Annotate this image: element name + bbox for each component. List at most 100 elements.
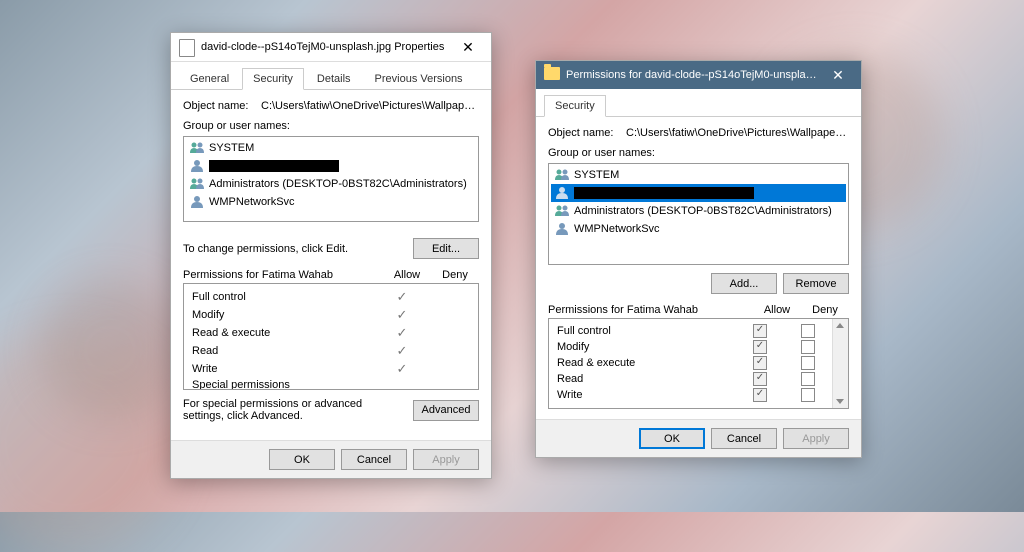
permissions-for-label: Permissions for Fatima Wahab: [183, 269, 383, 281]
permissions-for-label: Permissions for Fatima Wahab: [548, 304, 753, 316]
object-name-label: Object name:: [548, 127, 626, 139]
allow-checkbox[interactable]: [753, 372, 767, 386]
close-icon[interactable]: ✕: [449, 35, 487, 59]
list-item-label: SYSTEM: [574, 169, 619, 181]
deny-header: Deny: [431, 269, 479, 281]
deny-checkbox[interactable]: [801, 388, 815, 402]
list-item-label: Administrators (DESKTOP-0BST82C\Administ…: [574, 205, 832, 217]
user-group-icon: [554, 203, 570, 219]
deny-checkbox[interactable]: [801, 340, 815, 354]
perm-name: Read: [188, 345, 378, 357]
dialog-footer: OK Cancel Apply: [536, 419, 861, 457]
user-icon: [554, 185, 570, 201]
perm-name: Read & execute: [188, 327, 378, 339]
allow-checkbox[interactable]: [753, 388, 767, 402]
check-icon: ✓: [397, 325, 408, 340]
list-item: WMPNetworkSvc: [551, 220, 846, 238]
titlebar[interactable]: david-clode--pS14oTejM0-unsplash.jpg Pro…: [171, 33, 491, 62]
group-users-label: Group or user names:: [548, 147, 849, 159]
permissions-box: Full control Modify Read & execute Read …: [548, 318, 849, 409]
perm-name: Read: [553, 373, 736, 385]
allow-checkbox[interactable]: [753, 340, 767, 354]
perm-name: Write: [553, 389, 736, 401]
ok-button[interactable]: OK: [639, 428, 705, 449]
window-title: Permissions for david-clode--pS14oTejM0-…: [566, 69, 819, 81]
apply-button[interactable]: Apply: [783, 428, 849, 449]
list-item: [186, 157, 476, 175]
perm-name: Full control: [553, 325, 736, 337]
perm-name: Modify: [188, 309, 378, 321]
tab-general[interactable]: General: [179, 68, 240, 89]
list-item-selected: [551, 184, 846, 202]
change-permissions-note: To change permissions, click Edit.: [183, 243, 413, 255]
apply-button[interactable]: Apply: [413, 449, 479, 470]
list-item: Administrators (DESKTOP-0BST82C\Administ…: [186, 175, 476, 193]
deny-header: Deny: [801, 304, 849, 316]
permissions-box: Full control ✓ Modify ✓ Read & execute ✓ Re…: [183, 283, 479, 390]
advanced-button[interactable]: Advanced: [413, 400, 479, 421]
allow-checkbox[interactable]: [753, 356, 767, 370]
list-item-label: WMPNetworkSvc: [574, 223, 660, 235]
check-icon: ✓: [397, 343, 408, 358]
list-item: Administrators (DESKTOP-0BST82C\Administ…: [551, 202, 846, 220]
perm-name: Special permissions: [188, 379, 378, 390]
group-users-label: Group or user names:: [183, 120, 479, 132]
dialog-footer: OK Cancel Apply: [171, 440, 491, 478]
perm-name: Full control: [188, 291, 378, 303]
tab-security[interactable]: Security: [242, 68, 304, 90]
object-name-value: C:\Users\fatiw\OneDrive\Pictures\Wallpap…: [261, 100, 479, 112]
tab-security[interactable]: Security: [544, 95, 606, 117]
list-item-label: Administrators (DESKTOP-0BST82C\Administ…: [209, 178, 467, 190]
content: Object name: C:\Users\fatiw\OneDrive\Pic…: [171, 90, 491, 440]
deny-checkbox[interactable]: [801, 324, 815, 338]
perm-name: Modify: [553, 341, 736, 353]
user-icon: [189, 158, 205, 174]
redacted-user: [574, 187, 754, 199]
edit-button[interactable]: Edit...: [413, 238, 479, 259]
list-item: SYSTEM: [186, 139, 476, 157]
deny-checkbox[interactable]: [801, 356, 815, 370]
users-listbox[interactable]: SYSTEM Administrators (DESKTOP-0BST82C\A…: [183, 136, 479, 222]
remove-button[interactable]: Remove: [783, 273, 849, 294]
permissions-dialog: Permissions for david-clode--pS14oTejM0-…: [535, 60, 862, 458]
list-item-label: WMPNetworkSvc: [209, 196, 295, 208]
check-icon: ✓: [397, 289, 408, 304]
user-icon: [189, 194, 205, 210]
scrollbar[interactable]: [832, 319, 848, 408]
tab-previous-versions[interactable]: Previous Versions: [364, 68, 474, 89]
allow-checkbox[interactable]: [753, 324, 767, 338]
cancel-button[interactable]: Cancel: [341, 449, 407, 470]
perm-name: Read & execute: [553, 357, 736, 369]
check-icon: ✓: [397, 307, 408, 322]
perm-name: Write: [188, 363, 378, 375]
allow-header: Allow: [383, 269, 431, 281]
content: Object name: C:\Users\fatiw\OneDrive\Pic…: [536, 117, 861, 419]
user-icon: [554, 221, 570, 237]
properties-dialog: david-clode--pS14oTejM0-unsplash.jpg Pro…: [170, 32, 492, 479]
allow-header: Allow: [753, 304, 801, 316]
folder-icon: [544, 67, 560, 83]
users-listbox[interactable]: SYSTEM Administrators (DESKTOP-0BST82C\A…: [548, 163, 849, 265]
list-item-label: SYSTEM: [209, 142, 254, 154]
cancel-button[interactable]: Cancel: [711, 428, 777, 449]
advanced-note: For special permissions or advanced sett…: [183, 398, 413, 422]
object-name-value: C:\Users\fatiw\OneDrive\Pictures\Wallpap…: [626, 127, 849, 139]
user-group-icon: [554, 167, 570, 183]
titlebar[interactable]: Permissions for david-clode--pS14oTejM0-…: [536, 61, 861, 89]
tabs: General Security Details Previous Versio…: [171, 62, 491, 90]
list-item: WMPNetworkSvc: [186, 193, 476, 211]
check-icon: ✓: [397, 361, 408, 376]
deny-checkbox[interactable]: [801, 372, 815, 386]
list-item: SYSTEM: [551, 166, 846, 184]
tab-details[interactable]: Details: [306, 68, 362, 89]
add-button[interactable]: Add...: [711, 273, 777, 294]
file-icon: [179, 39, 195, 55]
close-icon[interactable]: ✕: [819, 63, 857, 87]
object-name-label: Object name:: [183, 100, 261, 112]
user-group-icon: [189, 176, 205, 192]
tabs: Security: [536, 89, 861, 117]
window-title: david-clode--pS14oTejM0-unsplash.jpg Pro…: [201, 41, 449, 53]
ok-button[interactable]: OK: [269, 449, 335, 470]
user-group-icon: [189, 140, 205, 156]
redacted-user: [209, 160, 339, 172]
